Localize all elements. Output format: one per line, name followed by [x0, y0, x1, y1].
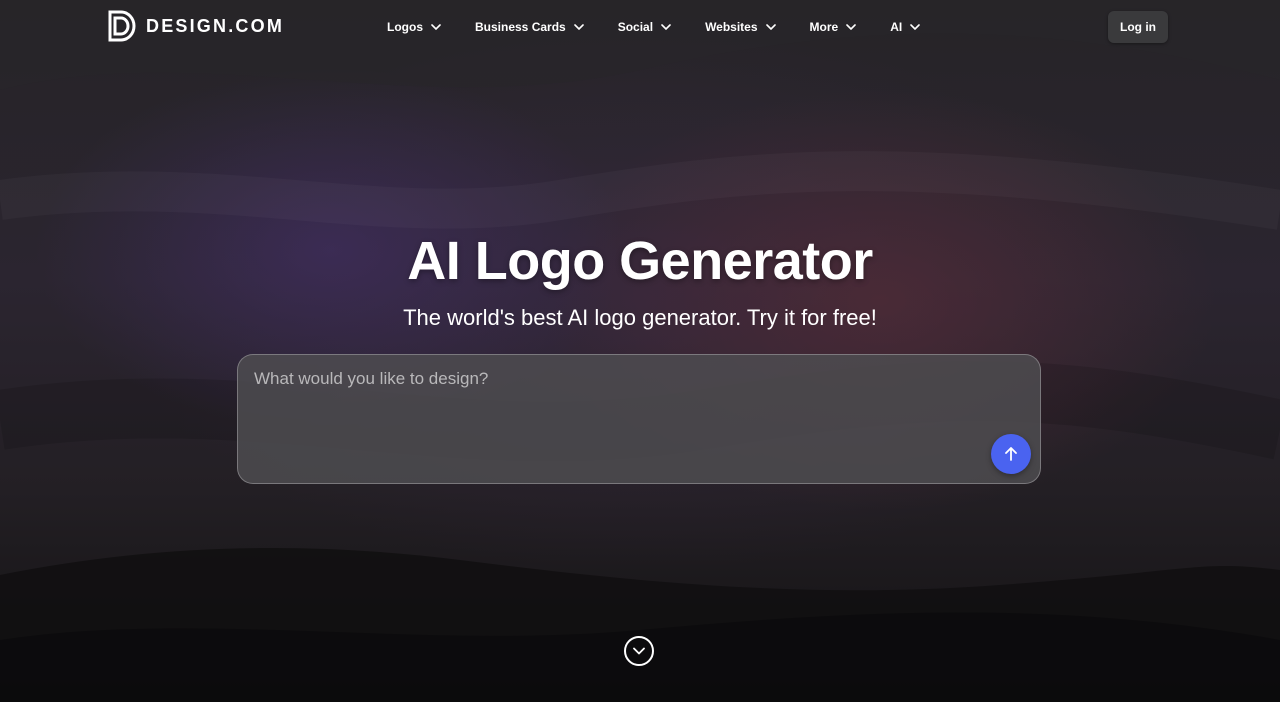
- nav-item-label: Logos: [387, 20, 423, 34]
- nav-item-ai[interactable]: AI: [890, 20, 921, 34]
- arrow-up-icon: [1005, 447, 1017, 461]
- design-prompt-input[interactable]: [252, 367, 976, 471]
- chevron-down-circle-icon: [633, 647, 645, 655]
- chevron-down-icon: [573, 24, 584, 30]
- page-title: AI Logo Generator: [407, 231, 873, 291]
- design-d-logo-icon: [108, 10, 136, 42]
- nav-item-label: Social: [617, 20, 654, 34]
- nav-item-more[interactable]: More: [810, 20, 857, 34]
- design-prompt-box: [237, 354, 1041, 484]
- chevron-down-icon: [765, 24, 776, 30]
- nav-item-logos[interactable]: Logos: [387, 20, 441, 34]
- nav-item-social[interactable]: Social: [618, 20, 671, 34]
- brand-name: DESIGN.COM: [146, 15, 285, 36]
- nav-item-websites[interactable]: Websites: [705, 20, 776, 34]
- top-nav: DESIGN.COM Logos Business Cards Social W…: [0, 0, 1280, 54]
- page: DESIGN.COM Logos Business Cards Social W…: [0, 0, 1280, 702]
- submit-prompt-button[interactable]: [991, 434, 1031, 474]
- chevron-down-icon: [910, 24, 921, 30]
- nav-item-label: Websites: [705, 20, 758, 34]
- nav-item-business-cards[interactable]: Business Cards: [475, 20, 584, 34]
- nav-item-label: AI: [890, 20, 903, 34]
- chevron-down-icon: [846, 24, 857, 30]
- nav-item-label: More: [809, 20, 839, 34]
- brand-logo[interactable]: DESIGN.COM: [108, 10, 284, 42]
- chevron-down-icon: [431, 24, 441, 30]
- background-waves: [0, 0, 1280, 702]
- main-menu: Logos Business Cards Social Websites Mor…: [387, 17, 921, 37]
- chevron-down-icon: [661, 24, 671, 30]
- page-subtitle: The world's best AI logo generator. Try …: [403, 305, 877, 330]
- nav-item-label: Business Cards: [475, 20, 566, 34]
- scroll-down-button[interactable]: [624, 636, 654, 666]
- login-button[interactable]: Log in: [1108, 11, 1168, 43]
